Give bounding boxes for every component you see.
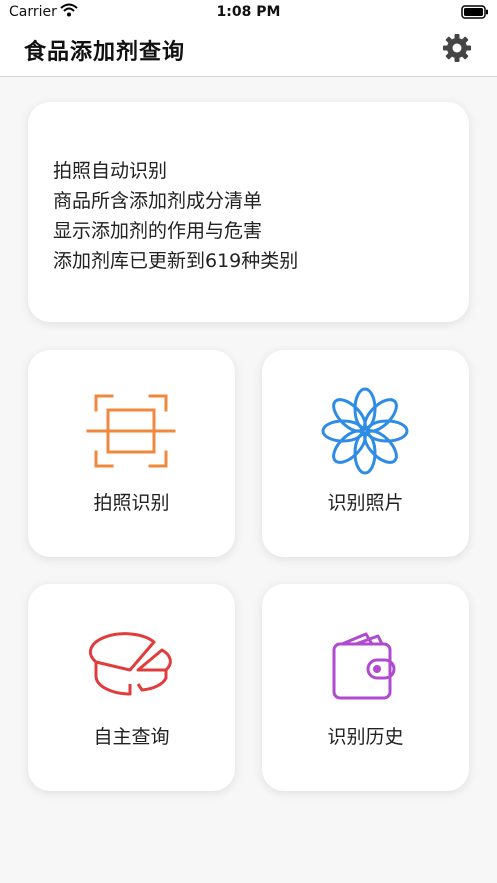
nav-bar: 食品添加剂查询 [0, 26, 497, 77]
gear-icon[interactable] [441, 32, 473, 64]
camera-recognize-button[interactable]: 拍照识别 [28, 350, 235, 557]
scan-icon [86, 394, 176, 468]
tile-label: 拍照识别 [93, 492, 170, 514]
info-line: 添加剂库已更新到619种类别 [53, 250, 299, 272]
info-line: 拍照自动识别 [53, 160, 168, 182]
tile-label: 识别历史 [327, 726, 404, 748]
battery-icon [461, 5, 488, 19]
page-title: 食品添加剂查询 [24, 40, 186, 65]
manual-query-button[interactable]: 自主查询 [28, 584, 235, 791]
recognition-history-button[interactable]: 识别历史 [262, 584, 469, 791]
wallet-icon [332, 632, 396, 700]
info-line: 显示添加剂的作用与危害 [53, 220, 263, 242]
info-lines: 拍照自动识别 商品所含添加剂成分清单 显示添加剂的作用与危害 添加剂库已更新到6… [53, 156, 298, 276]
info-card: 拍照自动识别 商品所含添加剂成分清单 显示添加剂的作用与危害 添加剂库已更新到6… [28, 102, 469, 322]
status-bar: Carrier 1:08 PM [0, 0, 497, 26]
info-line: 商品所含添加剂成分清单 [53, 190, 263, 212]
flower-icon [321, 387, 409, 475]
tile-label: 自主查询 [93, 726, 170, 748]
status-time: 1:08 PM [216, 4, 281, 20]
pie-chart-icon [88, 632, 172, 696]
tile-label: 识别照片 [327, 492, 404, 514]
photo-recognize-button[interactable]: 识别照片 [262, 350, 469, 557]
